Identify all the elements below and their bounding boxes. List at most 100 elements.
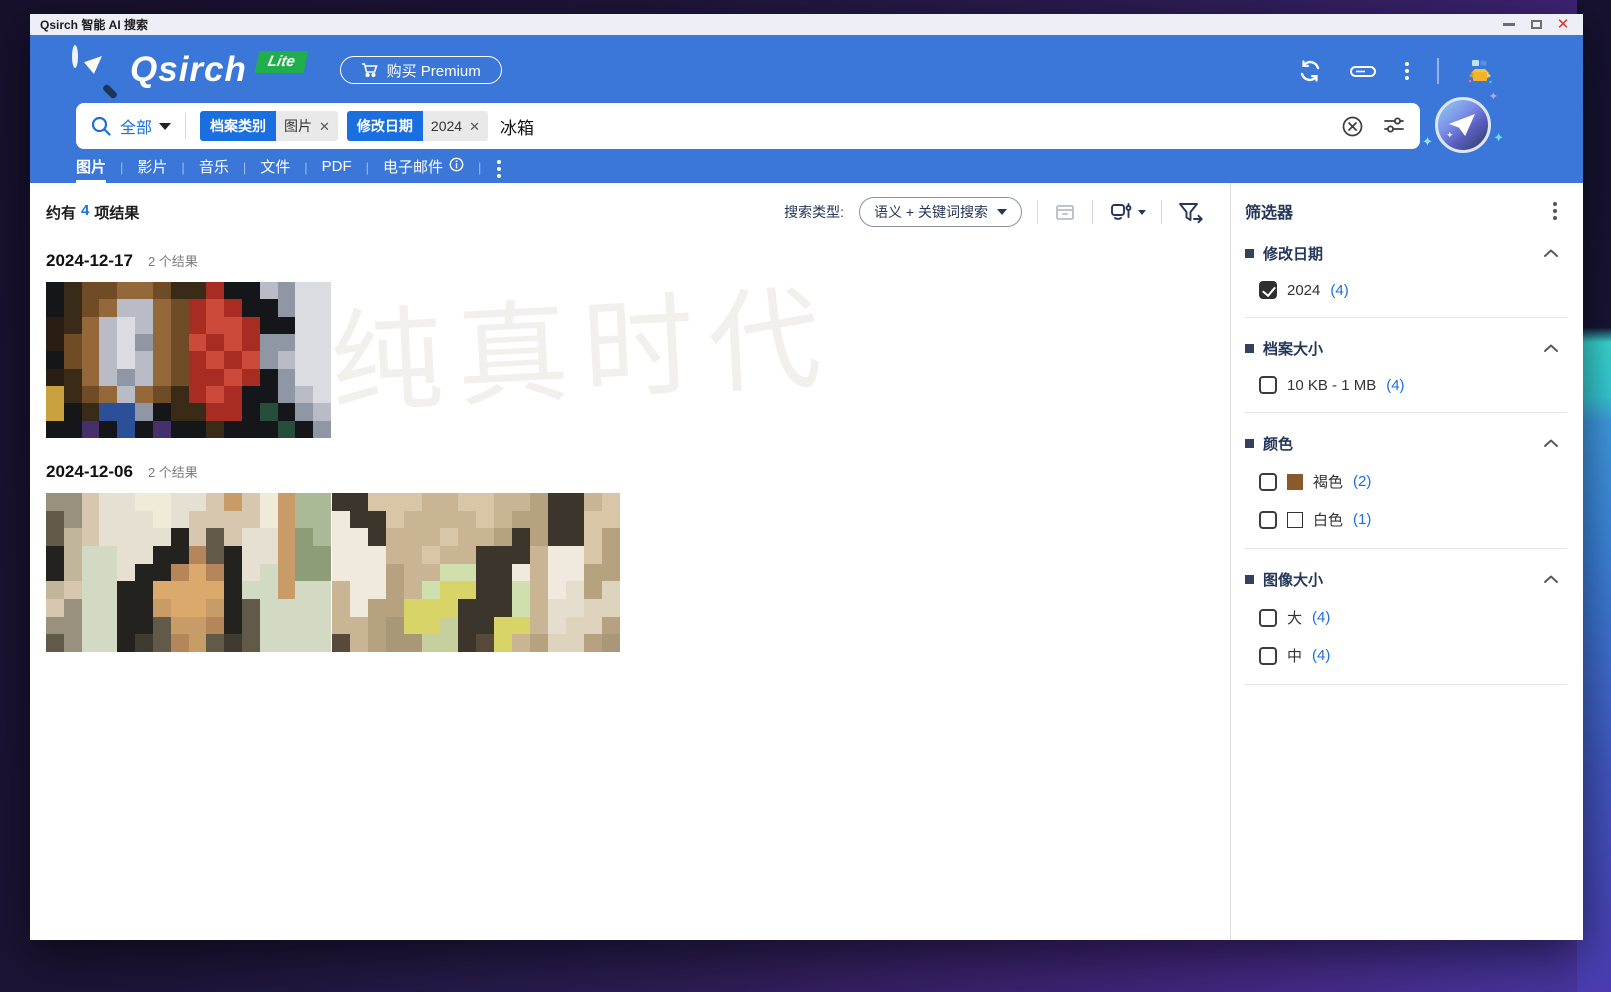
- checkbox[interactable]: [1259, 511, 1277, 529]
- toggle-filter-panel-icon[interactable]: [1177, 200, 1204, 225]
- filter-panel-title: 筛选器: [1245, 199, 1293, 223]
- chevron-down-icon: [159, 123, 171, 130]
- results-panel: 纯真时代 约有 4 项结果 搜索类型: 语义 + 关键词搜索: [30, 183, 1230, 940]
- filter-section-header[interactable]: 颜色: [1245, 433, 1567, 454]
- tab-文件[interactable]: 文件: [260, 156, 290, 183]
- window-title: Qsirch 智能 AI 搜索: [30, 16, 148, 33]
- filter-section-header[interactable]: 图像大小: [1245, 569, 1567, 590]
- filter-section-header[interactable]: 档案大小: [1245, 338, 1567, 359]
- checkbox[interactable]: [1259, 647, 1277, 665]
- filter-section-3: 颜色褐色 (2) 白色(1): [1245, 433, 1567, 549]
- tab-divider: |: [366, 160, 369, 179]
- ai-assistant-button[interactable]: ✦ ✦ ✦ ✦: [1435, 97, 1491, 153]
- results-summary: 约有 4 项结果: [46, 202, 139, 223]
- section-divider: [1245, 317, 1567, 318]
- tab-音乐[interactable]: 音乐: [199, 156, 229, 183]
- search-query-text[interactable]: 冰箱: [500, 114, 534, 139]
- clear-search-icon[interactable]: [1341, 115, 1364, 138]
- search-type-dropdown[interactable]: 语义 + 关键词搜索: [859, 197, 1022, 227]
- filter-section-1: 修改日期 2024(4): [1245, 243, 1567, 318]
- tab-图片[interactable]: 图片: [76, 156, 106, 183]
- result-group-count: 2 个结果: [148, 251, 198, 270]
- image-result-thumbnail[interactable]: [332, 493, 620, 652]
- info-icon[interactable]: [449, 157, 464, 176]
- buy-premium-button[interactable]: 购买 Premium: [340, 56, 502, 84]
- tab-divider: |: [478, 160, 481, 179]
- filter-items: 大(4) 中(4): [1259, 607, 1567, 666]
- cart-icon: [361, 62, 379, 78]
- desktop-wallpaper: Qsirch 智能 AI 搜索 ✕ Qsirch Lite 购买 Premi: [0, 0, 1611, 992]
- chip-close-icon[interactable]: ✕: [469, 120, 480, 133]
- tab-divider: |: [304, 160, 307, 179]
- app-box-icon[interactable]: [1465, 56, 1495, 86]
- qsirch-logo-icon: [72, 48, 116, 92]
- result-group: 2024-12-172 个结果: [46, 251, 1204, 438]
- chip-close-icon[interactable]: ✕: [319, 120, 330, 133]
- collapse-chevron-icon[interactable]: [1543, 245, 1559, 263]
- collapse-chevron-icon[interactable]: [1543, 340, 1559, 358]
- collapse-chevron-icon[interactable]: [1543, 435, 1559, 453]
- tab-电子邮件[interactable]: 电子邮件: [383, 156, 464, 183]
- filter-section-title: 颜色: [1263, 433, 1293, 454]
- search-scope-dropdown[interactable]: 全部: [120, 114, 171, 138]
- tab-divider: |: [120, 160, 123, 179]
- result-group-date: 2024-12-06: [46, 462, 133, 482]
- search-type-label: 搜索类型:: [784, 202, 844, 222]
- result-group-count: 2 个结果: [148, 462, 198, 481]
- filter-option-label: 褐色: [1313, 471, 1343, 492]
- close-button[interactable]: ✕: [1555, 18, 1571, 32]
- filter-option[interactable]: 褐色 (2): [1259, 471, 1567, 492]
- sparkle-icon: ✦: [1489, 92, 1498, 103]
- sort-options-icon[interactable]: [1108, 199, 1146, 225]
- archive-icon[interactable]: [1053, 200, 1077, 224]
- checkbox-checked[interactable]: [1259, 281, 1277, 299]
- collapse-chevron-icon[interactable]: [1543, 571, 1559, 589]
- filter-section-title: 修改日期: [1263, 243, 1323, 264]
- filter-sidebar: 筛选器 修改日期 2024(4) 档案大小 10 KB - 1 MB(4) 颜色褐色 (2…: [1230, 183, 1583, 940]
- filter-option[interactable]: 10 KB - 1 MB(4): [1259, 376, 1567, 394]
- minimize-button[interactable]: [1501, 18, 1517, 32]
- sparkle-icon: ✦: [1493, 131, 1504, 144]
- filter-option[interactable]: 大(4): [1259, 607, 1567, 628]
- tab-label: 图片: [76, 156, 106, 177]
- refresh-icon[interactable]: [1297, 58, 1323, 84]
- tab-影片[interactable]: 影片: [137, 156, 167, 183]
- toolbar-divider: [1092, 200, 1093, 224]
- tabs-more-icon[interactable]: [495, 158, 503, 180]
- search-filter-chip[interactable]: 档案类别图片✕: [200, 111, 338, 141]
- filter-option[interactable]: 白色(1): [1259, 509, 1567, 530]
- nas-device-icon[interactable]: [1349, 62, 1377, 80]
- tab-divider: |: [243, 160, 246, 179]
- app-logo-text: Qsirch: [130, 50, 247, 90]
- sparkle-icon: ✦: [1446, 131, 1454, 140]
- filter-items: 褐色 (2) 白色(1): [1259, 471, 1567, 530]
- search-filter-chip[interactable]: 修改日期2024✕: [347, 111, 488, 141]
- maximize-button[interactable]: [1528, 18, 1544, 32]
- lite-badge: Lite: [255, 51, 308, 73]
- more-menu-icon[interactable]: [1403, 60, 1411, 82]
- advanced-filter-icon[interactable]: [1382, 114, 1406, 138]
- tab-PDF[interactable]: PDF: [322, 158, 352, 181]
- qsirch-window: Qsirch 智能 AI 搜索 ✕ Qsirch Lite 购买 Premi: [30, 14, 1583, 940]
- toolbar-divider: [1161, 200, 1162, 224]
- app-header: Qsirch Lite 购买 Premium: [30, 35, 1583, 183]
- filter-option-count: (4): [1312, 609, 1330, 626]
- filter-option[interactable]: 中(4): [1259, 645, 1567, 666]
- image-result-thumbnail[interactable]: [46, 282, 331, 438]
- filter-option-count: (1): [1353, 511, 1371, 528]
- filter-option[interactable]: 2024(4): [1259, 281, 1567, 299]
- filter-items: 10 KB - 1 MB(4): [1259, 376, 1567, 394]
- section-bullet-icon: [1245, 575, 1254, 584]
- color-swatch: [1287, 474, 1303, 490]
- checkbox[interactable]: [1259, 376, 1277, 394]
- search-bar[interactable]: 全部 档案类别图片✕ 修改日期2024✕ 冰箱: [76, 103, 1420, 149]
- results-count: 4: [81, 202, 89, 223]
- checkbox[interactable]: [1259, 609, 1277, 627]
- filter-section-header[interactable]: 修改日期: [1245, 243, 1567, 264]
- chevron-down-icon: [997, 209, 1007, 215]
- filter-menu-icon[interactable]: [1551, 200, 1559, 222]
- checkbox[interactable]: [1259, 473, 1277, 491]
- filter-option-count: (2): [1353, 473, 1371, 490]
- image-result-thumbnail[interactable]: [46, 493, 331, 652]
- chevron-down-icon: [1138, 210, 1146, 215]
